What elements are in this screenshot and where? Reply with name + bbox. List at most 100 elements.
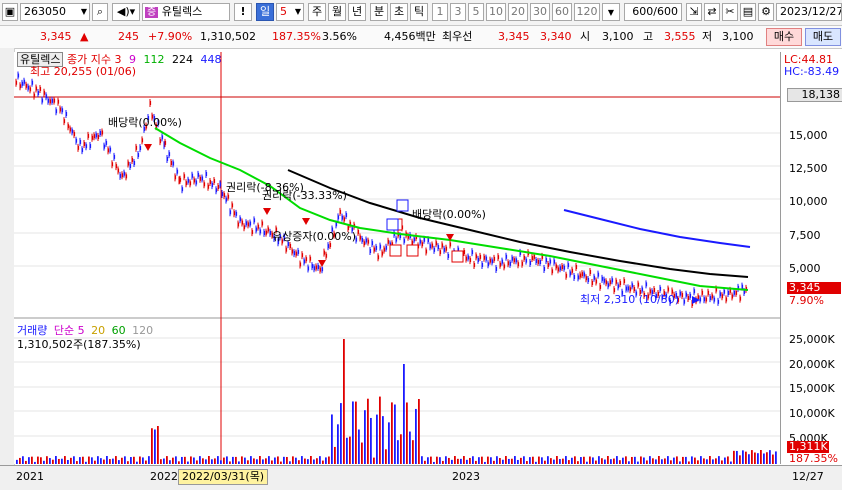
candle-body bbox=[495, 267, 498, 272]
volume-bar bbox=[313, 459, 315, 464]
volume-bar bbox=[226, 456, 228, 464]
volume-bar bbox=[118, 460, 120, 464]
chevron-down-icon[interactable]: ▼ bbox=[295, 4, 301, 20]
buy-button[interactable]: 매수 bbox=[766, 28, 802, 46]
volume-bar bbox=[49, 458, 51, 464]
chart-canvas[interactable] bbox=[0, 48, 842, 489]
candle-body bbox=[219, 182, 222, 187]
volume-bar bbox=[25, 460, 27, 464]
stock-name-field[interactable]: 증 유틸렉스 bbox=[142, 3, 230, 21]
candle-body bbox=[197, 172, 200, 177]
scissors-icon[interactable]: ✂ bbox=[722, 3, 738, 21]
exchange-icon[interactable]: ⇄ bbox=[704, 3, 720, 21]
volume-bar bbox=[478, 457, 480, 464]
candle-body bbox=[707, 290, 710, 295]
tab-second[interactable]: 초 bbox=[390, 3, 408, 21]
candle-body bbox=[107, 148, 110, 153]
candle-body bbox=[170, 160, 173, 165]
hc-value: HC:-83.49 bbox=[784, 65, 840, 78]
warning-button[interactable]: ! bbox=[234, 3, 252, 21]
save-icon[interactable]: ▤ bbox=[740, 3, 756, 21]
volume-bar bbox=[745, 451, 747, 464]
volume-bar bbox=[487, 456, 489, 464]
candle-body bbox=[223, 193, 226, 198]
dividend-note-2: 배당락(0.00%) bbox=[412, 208, 486, 221]
open-value: 3,100 bbox=[602, 30, 634, 43]
candle-body bbox=[139, 146, 142, 151]
volume-bar bbox=[682, 456, 684, 464]
chevron-down-icon[interactable]: ▼ bbox=[608, 8, 614, 17]
volume-bar bbox=[172, 457, 174, 464]
candle-body bbox=[429, 244, 432, 249]
candle-body bbox=[105, 140, 108, 145]
candle-body bbox=[221, 192, 224, 197]
volume-bar bbox=[475, 460, 477, 464]
volume-bar bbox=[436, 456, 438, 464]
volume-bar bbox=[508, 458, 510, 464]
minute-20[interactable]: 20 bbox=[508, 3, 528, 21]
minute-120[interactable]: 120 bbox=[574, 3, 600, 21]
search-icon[interactable]: ⌕ bbox=[92, 3, 108, 21]
candle-body bbox=[689, 293, 692, 298]
candle-body bbox=[375, 245, 378, 250]
minute-60[interactable]: 60 bbox=[552, 3, 572, 21]
candle-body bbox=[71, 129, 74, 134]
tab-tick[interactable]: 틱 bbox=[410, 3, 428, 21]
stock-code-input[interactable]: 263050 ▼ bbox=[20, 3, 90, 21]
volume-bar bbox=[40, 457, 42, 464]
volume-bar bbox=[220, 460, 222, 464]
candle-body bbox=[565, 273, 568, 278]
tab-minute[interactable]: 분 bbox=[370, 3, 388, 21]
candle-body bbox=[571, 268, 574, 273]
y-tick-10000: 10,000 bbox=[789, 195, 828, 208]
candle-body bbox=[313, 266, 316, 271]
date-field[interactable]: 2023/12/27 bbox=[776, 3, 842, 21]
candle-body bbox=[597, 272, 600, 277]
volume-bar bbox=[280, 461, 282, 464]
candle-body bbox=[713, 297, 716, 302]
volume-bar bbox=[43, 460, 45, 464]
candle-body bbox=[317, 264, 320, 269]
candle-body bbox=[259, 229, 262, 234]
candle-body bbox=[727, 291, 730, 296]
candle-body bbox=[39, 87, 42, 92]
minute-30[interactable]: 30 bbox=[530, 3, 550, 21]
volume-bar bbox=[421, 456, 423, 464]
vol-tick-20000k: 20,000K bbox=[789, 358, 835, 371]
pin-icon[interactable]: ⇲ bbox=[686, 3, 702, 21]
window-menu-icon[interactable]: ▣ bbox=[2, 3, 18, 21]
dropdown-select[interactable]: ▼ bbox=[602, 3, 620, 21]
candle-body bbox=[617, 284, 620, 289]
volume-bar bbox=[397, 440, 399, 464]
minute-5[interactable]: 5 bbox=[468, 3, 484, 21]
last-pct: 7.90% bbox=[789, 294, 824, 307]
volume-bar bbox=[571, 457, 573, 464]
legend-ma224: 224 bbox=[171, 53, 193, 66]
tab-week[interactable]: 주 bbox=[308, 3, 326, 21]
volume-bar bbox=[163, 458, 165, 464]
minute-1[interactable]: 1 bbox=[432, 3, 448, 21]
volume-bar bbox=[148, 456, 150, 464]
display-count-field[interactable]: 600/600 bbox=[624, 3, 682, 21]
day-count-select[interactable]: 5 ▼ bbox=[276, 3, 304, 21]
minute-10[interactable]: 10 bbox=[486, 3, 506, 21]
volume-bar bbox=[79, 457, 81, 464]
tab-day[interactable]: 일 bbox=[256, 3, 274, 21]
candle-body bbox=[19, 84, 22, 89]
candle-body bbox=[113, 154, 116, 159]
volume-bar bbox=[415, 408, 417, 464]
volume-bar bbox=[316, 458, 318, 464]
volume-bar bbox=[601, 458, 603, 464]
gear-icon[interactable]: ⚙ bbox=[758, 3, 774, 21]
tab-year[interactable]: 년 bbox=[348, 3, 366, 21]
candle-body bbox=[187, 178, 190, 183]
sell-button[interactable]: 매도 bbox=[805, 28, 841, 46]
candle-body bbox=[615, 279, 618, 284]
volume-bar bbox=[277, 456, 279, 464]
sound-icon[interactable]: ◀)▾ bbox=[112, 3, 140, 21]
chevron-down-icon[interactable]: ▼ bbox=[81, 4, 87, 20]
minute-3[interactable]: 3 bbox=[450, 3, 466, 21]
candle-body bbox=[21, 81, 24, 86]
tab-month[interactable]: 월 bbox=[328, 3, 346, 21]
volume-bar bbox=[412, 440, 414, 464]
